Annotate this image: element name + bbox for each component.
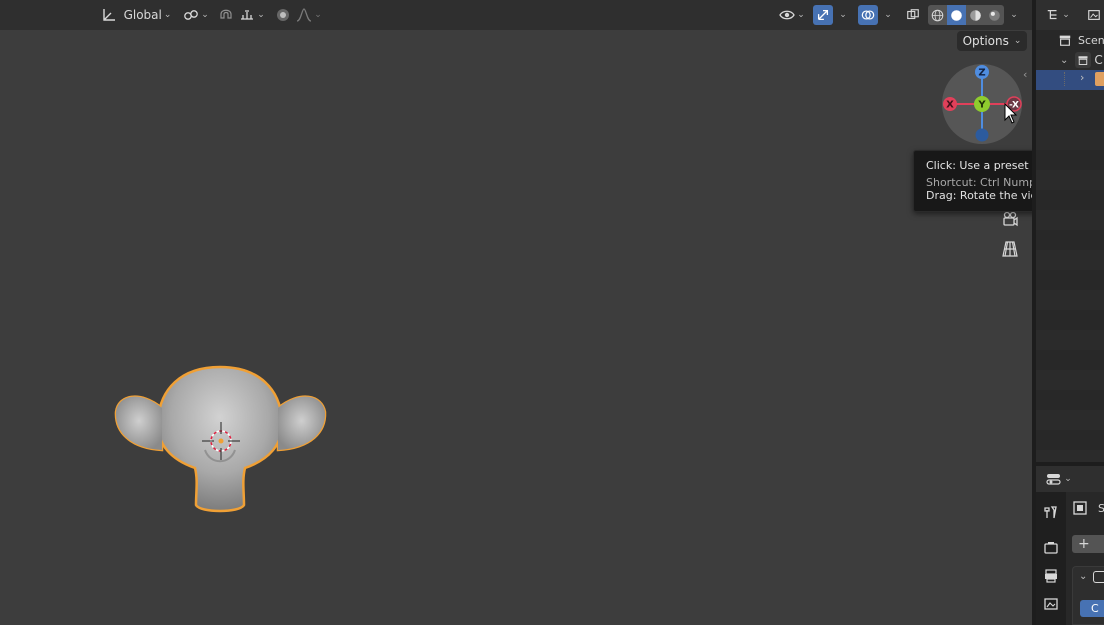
sidebar-toggle-icon[interactable]: ‹ (1023, 68, 1027, 81)
properties-primary-button[interactable]: C (1080, 600, 1104, 617)
xray-icon (907, 9, 919, 20)
overlays-icon (861, 10, 875, 20)
tab-render[interactable] (1039, 536, 1063, 560)
view-layer-icon (1044, 598, 1058, 610)
axis-x-label: X (946, 100, 954, 111)
gizmo-arrows-icon (817, 9, 829, 21)
tooltip-drag-hint: Drag: Rotate the view (926, 189, 1047, 202)
properties-header: ⌄ (1036, 466, 1104, 492)
chevron-down-icon: ⌄ (1064, 474, 1072, 484)
axis-neg-z-handle[interactable] (975, 128, 989, 142)
options-button[interactable]: Options ⌄ (957, 31, 1027, 51)
3d-cursor-icon (202, 422, 240, 460)
plus-icon: + (1078, 536, 1090, 552)
camera-icon (1003, 211, 1018, 227)
expand-chevron-icon[interactable]: ⌄ (1060, 55, 1068, 66)
tree-line (1064, 72, 1067, 86)
properties-panel: ⌄ C (1072, 566, 1104, 625)
toggle-perspective-button[interactable] (998, 237, 1022, 261)
material-sphere-icon (970, 9, 981, 21)
options-label: Options (962, 34, 1009, 48)
chevron-down-icon: ⌄ (257, 10, 265, 20)
shading-wireframe[interactable] (928, 5, 947, 25)
axis-z-label: Z (978, 68, 985, 79)
tab-tool[interactable] (1039, 500, 1063, 524)
gizmo-dropdown[interactable]: ⌄ (835, 5, 849, 25)
scene-collection-icon (1059, 35, 1071, 46)
snap-increment-icon (241, 10, 254, 20)
mouse-pointer-icon (1004, 103, 1018, 124)
visibility-dropdown[interactable]: ⌄ (778, 5, 806, 25)
outliner[interactable] (1036, 0, 1104, 462)
chevron-down-icon: ⌄ (839, 10, 847, 20)
properties-editor-icon (1046, 474, 1061, 485)
chevron-down-icon: ⌄ (1013, 36, 1022, 46)
eye-icon (779, 10, 795, 20)
outliner-tree-icon (1047, 10, 1057, 20)
primary-button-label: C (1091, 602, 1099, 615)
falloff-dropdown[interactable]: ⌄ (295, 5, 323, 25)
rendered-sphere-icon (989, 9, 1000, 21)
orientation-axes-icon (102, 9, 115, 21)
image-filter-icon (1088, 10, 1100, 20)
overlays-dropdown[interactable]: ⌄ (880, 5, 894, 25)
shading-material[interactable] (966, 5, 985, 25)
select-box-icon (1073, 501, 1087, 515)
proportional-editing-toggle[interactable] (274, 5, 292, 25)
chevron-down-icon: ⌄ (1062, 10, 1070, 20)
orientation-label: Global (123, 8, 162, 22)
collection-icon (1075, 52, 1092, 68)
chevron-down-icon: ⌄ (163, 10, 172, 20)
tab-view-layer[interactable] (1039, 592, 1063, 616)
panel-collapse-icon[interactable]: ⌄ (1079, 571, 1087, 582)
object-mesh-icon (1095, 72, 1104, 86)
falloff-curve-icon (296, 8, 312, 22)
editor-type-dropdown[interactable]: ⌄ (1044, 469, 1074, 489)
shading-solid[interactable] (947, 5, 966, 25)
outliner-collection-row[interactable]: ⌄ C (1060, 51, 1103, 69)
collection-label: C (1094, 53, 1103, 67)
wrench-screwdriver-icon (1044, 506, 1057, 519)
add-button[interactable]: + (1072, 535, 1104, 553)
solid-sphere-icon (951, 9, 962, 21)
3d-viewport[interactable] (0, 0, 1032, 625)
pivot-point-dropdown[interactable]: ⌄ (182, 5, 210, 25)
snap-toggle[interactable] (216, 5, 236, 25)
perspective-grid-icon (1002, 241, 1018, 257)
outliner-scene-row[interactable]: Scen (1058, 31, 1104, 49)
xray-toggle[interactable] (903, 5, 923, 25)
snap-target-dropdown[interactable]: ⌄ (238, 5, 266, 25)
proportional-edit-icon (277, 9, 289, 21)
link-pivot-icon (184, 10, 199, 20)
overlays-toggle[interactable] (858, 5, 878, 25)
expand-arrow-icon[interactable]: › (1080, 71, 1084, 84)
tab-output[interactable] (1039, 564, 1063, 588)
wireframe-sphere-icon (931, 9, 944, 21)
chevron-down-icon: ⌄ (884, 10, 892, 20)
render-camera-icon (1044, 542, 1058, 554)
outliner-header: ⌄ (1036, 0, 1104, 30)
outliner-rows (1036, 30, 1104, 462)
chevron-down-icon: ⌄ (201, 10, 209, 20)
panel-type-icon (1093, 571, 1104, 583)
chevron-down-icon: ⌄ (797, 10, 805, 20)
axis-y-label: Y (977, 100, 986, 111)
properties-tab-label: S (1098, 501, 1104, 515)
shading-dropdown[interactable]: ⌄ (1006, 5, 1020, 25)
filter-dropdown[interactable] (1084, 5, 1104, 25)
shading-rendered[interactable] (985, 5, 1004, 25)
transform-orientation-dropdown[interactable]: Global ⌄ (98, 5, 174, 25)
printer-icon (1045, 569, 1057, 583)
viewport-header: Global ⌄ ⌄ ⌄ ⌄ ⌄ ⌄ ⌄ ⌄ (0, 0, 1032, 30)
chevron-down-icon: ⌄ (1010, 10, 1018, 20)
snap-magnet-icon (220, 9, 232, 19)
gizmo-toggle[interactable] (813, 5, 833, 25)
properties-tabs (1036, 492, 1066, 625)
properties-tool-row[interactable]: S (1072, 500, 1104, 516)
chevron-down-icon: ⌄ (314, 10, 322, 20)
scene-label: Scen (1078, 33, 1104, 47)
display-mode-dropdown[interactable]: ⌄ (1044, 5, 1072, 25)
